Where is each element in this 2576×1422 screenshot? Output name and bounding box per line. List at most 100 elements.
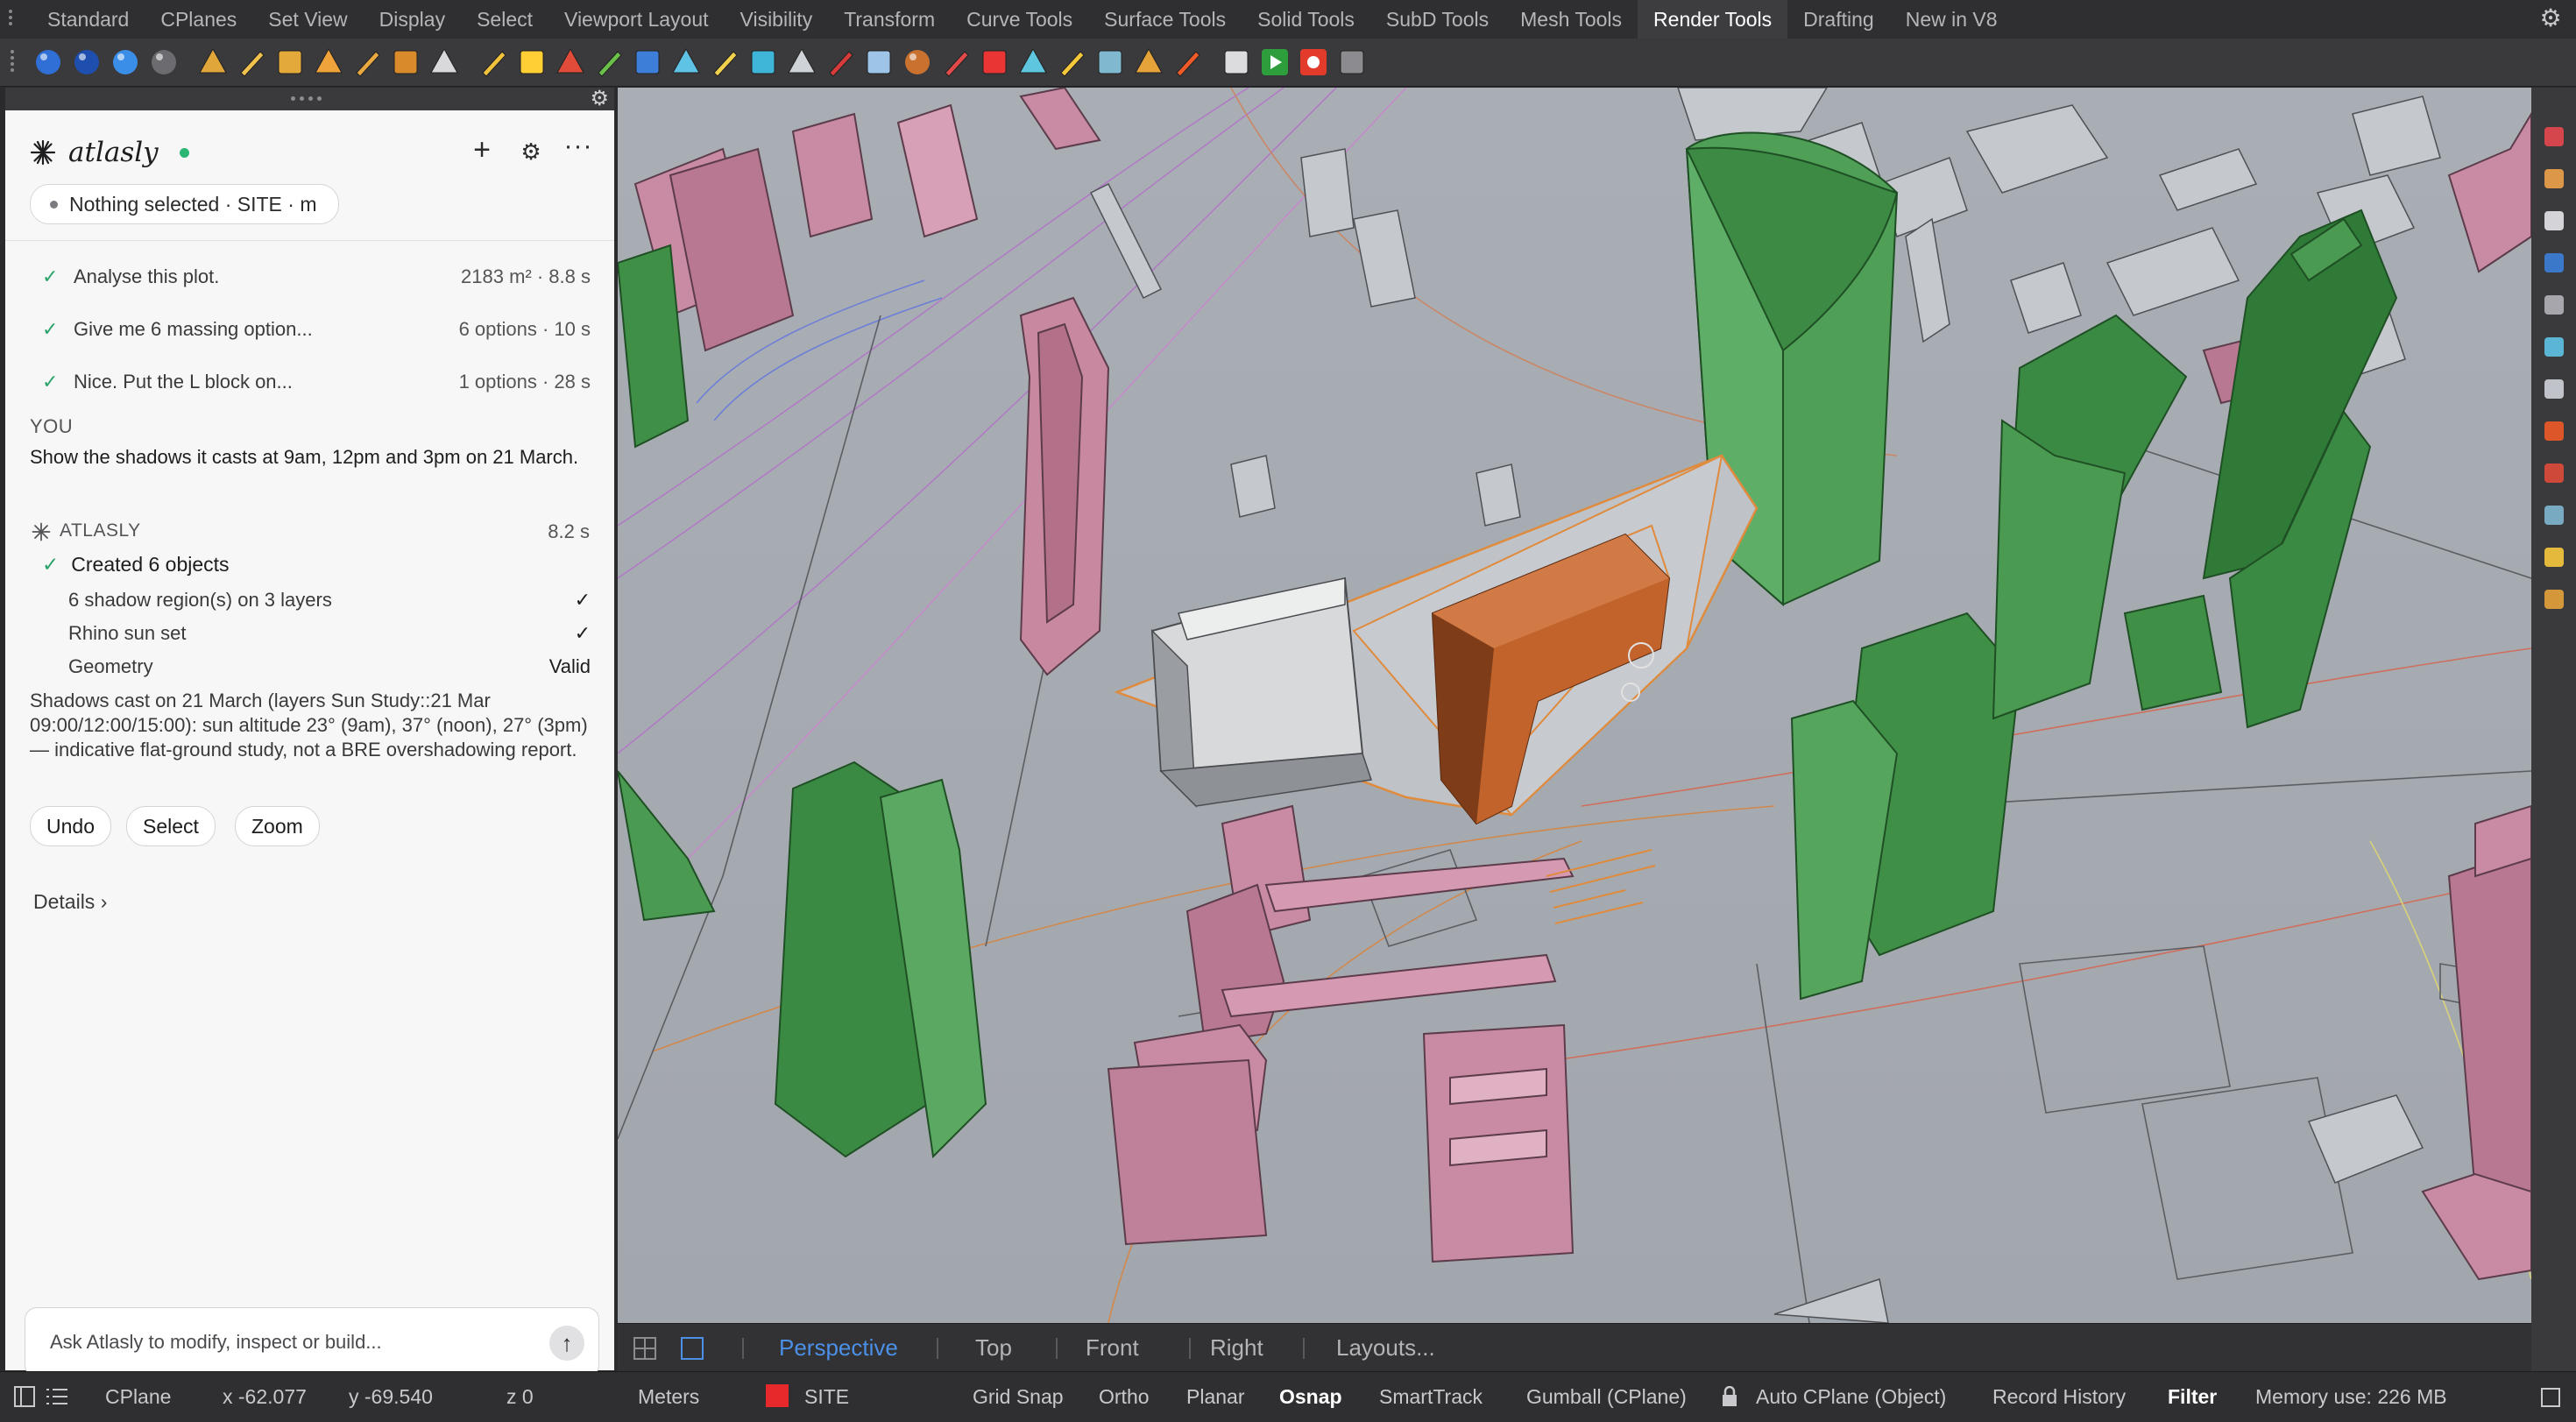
box-mapping-icon[interactable] <box>745 44 782 81</box>
selection-context-pill[interactable]: Nothing selected · SITE · m <box>30 184 339 224</box>
ask-input[interactable] <box>48 1308 542 1376</box>
render-play-icon[interactable] <box>1256 44 1293 81</box>
tab-layouts[interactable]: Layouts... <box>1336 1324 1435 1371</box>
viewport-icon[interactable] <box>706 44 743 81</box>
cloud-icon[interactable] <box>1015 44 1051 81</box>
gear-icon[interactable]: ⚙ <box>2537 5 2564 32</box>
tab-perspective[interactable]: Perspective <box>779 1324 898 1371</box>
panel-toggle-icon[interactable] <box>14 1386 35 1407</box>
color-wheel-icon[interactable] <box>2542 124 2566 149</box>
image-icon[interactable] <box>2542 503 2566 527</box>
tab-viewport-layout[interactable]: Viewport Layout <box>548 0 725 39</box>
sphere-texture-icon[interactable] <box>899 44 936 81</box>
turntable-icon[interactable] <box>1334 44 1370 81</box>
toggle-record-history[interactable]: Record History <box>1992 1372 2126 1422</box>
tab-subd-tools[interactable]: SubD Tools <box>1370 0 1504 39</box>
tab-drafting[interactable]: Drafting <box>1787 0 1890 39</box>
render-window-icon[interactable] <box>1218 44 1255 81</box>
light-bulb-icon[interactable] <box>1053 44 1090 81</box>
toggle-filter[interactable]: Filter <box>2168 1372 2217 1422</box>
panel-drag-bar[interactable]: ⚙ <box>5 88 614 110</box>
grid-icon[interactable] <box>1092 44 1129 81</box>
sphere-render-icon[interactable] <box>30 44 67 81</box>
tab-set-view[interactable]: Set View <box>252 0 363 39</box>
tab-mesh-tools[interactable]: Mesh Tools <box>1504 0 1638 39</box>
history-item[interactable]: ✓ Analyse this plot. 2183 m² · 8.8 s <box>30 259 591 294</box>
render-icon[interactable] <box>2542 419 2566 443</box>
light-arrow-icon[interactable] <box>387 44 424 81</box>
wrap-icon[interactable] <box>860 44 897 81</box>
toggle-auto-cplane[interactable]: Auto CPlane (Object) <box>1756 1372 1946 1422</box>
toggle-grid-snap[interactable]: Grid Snap <box>973 1372 1064 1422</box>
help-icon[interactable] <box>2542 251 2566 275</box>
directional-light-icon[interactable] <box>272 44 308 81</box>
undo-button[interactable]: Undo <box>30 806 111 846</box>
rectangular-light-icon[interactable] <box>310 44 347 81</box>
spotlight-icon[interactable] <box>195 44 231 81</box>
graph-icon[interactable] <box>1130 44 1167 81</box>
tab-cplanes[interactable]: CPlanes <box>145 0 252 39</box>
history-item[interactable]: ✓ Give me 6 massing option... 6 options … <box>30 312 591 347</box>
tab-select[interactable]: Select <box>461 0 548 39</box>
color-palette-icon[interactable] <box>976 44 1013 81</box>
toggle-gumball[interactable]: Gumball (CPlane) <box>1526 1372 1687 1422</box>
tab-front[interactable]: Front <box>1086 1324 1139 1371</box>
tab-display[interactable]: Display <box>364 0 461 39</box>
environment-icon[interactable] <box>513 44 550 81</box>
splash-icon[interactable] <box>1169 44 1206 81</box>
layer-color-swatch[interactable] <box>766 1384 789 1407</box>
tab-surface-tools[interactable]: Surface Tools <box>1088 0 1242 39</box>
grid-icon[interactable] <box>2542 377 2566 401</box>
sun-icon[interactable] <box>475 44 512 81</box>
four-viewports-icon[interactable] <box>633 1337 656 1360</box>
toggle-smarttrack[interactable]: SmartTrack <box>1379 1372 1483 1422</box>
material-ball-icon[interactable] <box>2542 166 2566 191</box>
tab-solid-tools[interactable]: Solid Tools <box>1242 0 1370 39</box>
sphere-material-icon[interactable] <box>107 44 144 81</box>
curve-icon[interactable] <box>783 44 820 81</box>
tab-transform[interactable]: Transform <box>828 0 951 39</box>
graph-icon[interactable] <box>2542 587 2566 612</box>
sphere-save-icon[interactable] <box>145 44 182 81</box>
cplane-label[interactable]: CPlane <box>105 1372 171 1422</box>
tab-visibility[interactable]: Visibility <box>725 0 829 39</box>
linear-light-icon[interactable] <box>349 44 386 81</box>
current-layer[interactable]: SITE <box>804 1372 849 1422</box>
paint-icon[interactable] <box>938 44 974 81</box>
more-options-icon[interactable]: ··· <box>563 133 594 166</box>
scene-canvas[interactable] <box>618 88 2531 1323</box>
toggle-osnap[interactable]: Osnap <box>1279 1372 1342 1422</box>
tab-curve-tools[interactable]: Curve Tools <box>951 0 1088 39</box>
perspective-viewport[interactable] <box>618 88 2531 1323</box>
zoom-button[interactable]: Zoom <box>235 806 320 846</box>
drag-handle-icon[interactable] <box>291 96 322 101</box>
display-icon[interactable] <box>2542 209 2566 233</box>
units-label[interactable]: Meters <box>638 1372 699 1422</box>
tab-new-in-v8[interactable]: New in V8 <box>1890 0 2013 39</box>
single-viewport-icon[interactable] <box>681 1337 704 1360</box>
camera-icon[interactable] <box>2542 293 2566 317</box>
toggle-ortho[interactable]: Ortho <box>1099 1372 1150 1422</box>
decal-icon[interactable] <box>629 44 666 81</box>
texture-icon[interactable] <box>591 44 627 81</box>
maximize-icon[interactable] <box>2541 1388 2560 1407</box>
tab-right[interactable]: Right <box>1210 1324 1263 1371</box>
new-chat-icon[interactable]: + <box>466 135 498 166</box>
history-item[interactable]: ✓ Nice. Put the L block on... 1 options … <box>30 364 591 400</box>
material-editor-icon[interactable] <box>552 44 589 81</box>
lock-icon[interactable] <box>1721 1386 1738 1407</box>
drag-handle-icon[interactable] <box>9 47 16 74</box>
render-record-icon[interactable] <box>1295 44 1332 81</box>
list-icon[interactable] <box>46 1386 68 1407</box>
tab-top[interactable]: Top <box>975 1324 1012 1371</box>
light-bulb-icon[interactable] <box>2542 545 2566 570</box>
select-button[interactable]: Select <box>126 806 216 846</box>
sphere-blue-icon[interactable] <box>68 44 105 81</box>
tab-render-tools[interactable]: Render Tools <box>1638 0 1788 39</box>
panel-gear-icon[interactable]: ⚙ <box>590 88 609 110</box>
tab-standard[interactable]: Standard <box>32 0 145 39</box>
ground-plane-icon[interactable] <box>426 44 463 81</box>
settings-gear-icon[interactable]: ⚙ <box>515 137 547 168</box>
details-link[interactable]: Details › <box>33 890 107 914</box>
point-light-icon[interactable] <box>233 44 270 81</box>
